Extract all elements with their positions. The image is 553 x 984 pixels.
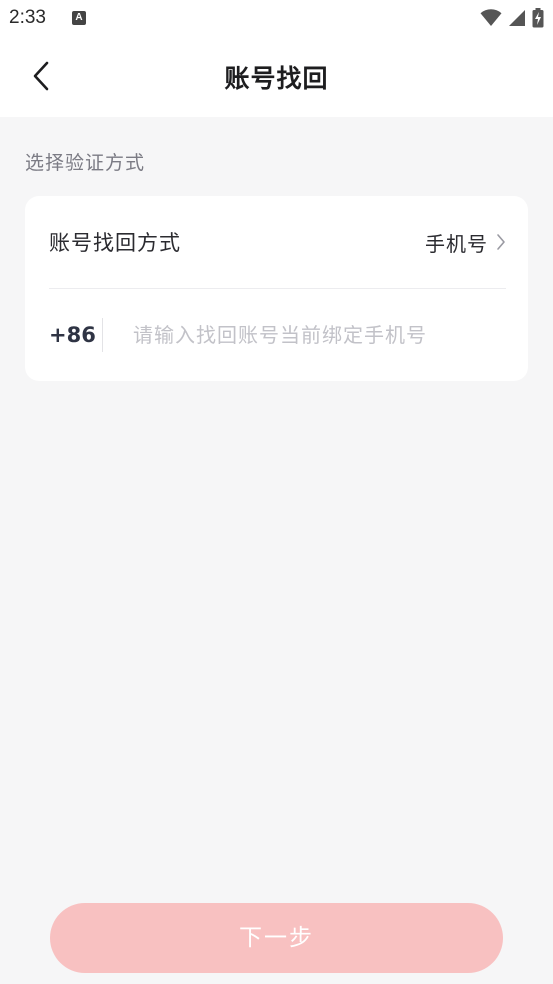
country-code[interactable]: +86 bbox=[49, 323, 102, 347]
status-bar: 2:33 A bbox=[0, 0, 553, 38]
navigation-bar: 账号找回 bbox=[0, 38, 553, 117]
phone-input[interactable] bbox=[133, 323, 506, 347]
section-label: 选择验证方式 bbox=[25, 152, 146, 174]
page-title: 账号找回 bbox=[224, 64, 329, 93]
recovery-method-value: 手机号 bbox=[425, 231, 488, 256]
cellular-signal-icon bbox=[509, 10, 525, 26]
a-app-icon: A bbox=[72, 11, 86, 25]
recovery-card: 账号找回方式 手机号 +86 bbox=[25, 196, 528, 381]
vertical-separator bbox=[102, 318, 103, 352]
status-icons bbox=[480, 7, 544, 29]
battery-charging-icon bbox=[532, 8, 544, 28]
chevron-right-icon bbox=[497, 234, 505, 250]
wifi-icon bbox=[480, 9, 502, 26]
next-button[interactable]: 下一步 bbox=[50, 903, 503, 973]
recovery-method-label: 账号找回方式 bbox=[49, 231, 181, 255]
recovery-method-row[interactable]: 账号找回方式 手机号 bbox=[49, 196, 506, 288]
status-time: 2:33 bbox=[9, 7, 46, 28]
recovery-method-selector[interactable]: 手机号 bbox=[425, 228, 506, 257]
phone-row: +86 bbox=[49, 289, 506, 381]
